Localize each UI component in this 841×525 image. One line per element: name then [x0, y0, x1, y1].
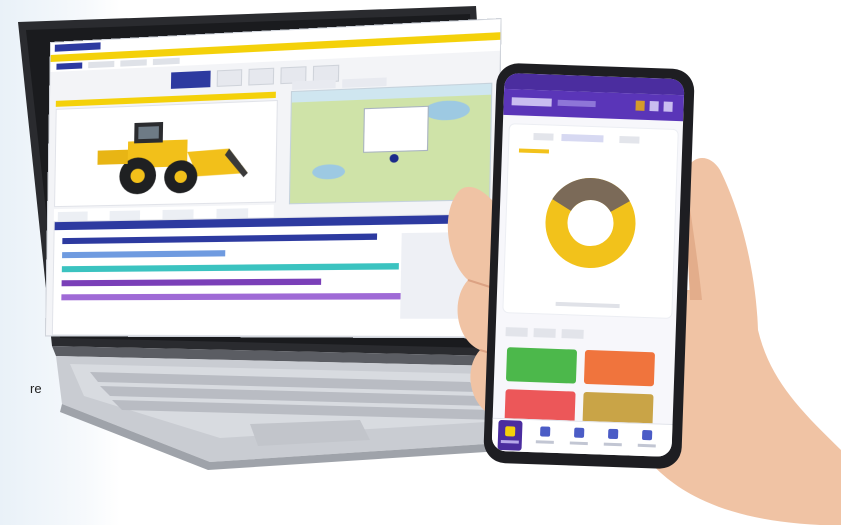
- nav-icon-3: [574, 427, 585, 438]
- nav-tab-3[interactable]: [120, 59, 147, 67]
- toolbar-button-3[interactable]: [248, 67, 275, 86]
- bottom-nav-3[interactable]: [569, 427, 589, 448]
- home-icon: [505, 426, 516, 437]
- bottom-nav-5[interactable]: [637, 429, 657, 451]
- segment-3[interactable]: [561, 329, 584, 339]
- app-logo: [54, 42, 101, 52]
- legend-item: [518, 148, 550, 154]
- timeline-bar-3: [61, 263, 399, 273]
- card-tab-1[interactable]: [533, 132, 554, 141]
- wheel-loader-icon: [97, 121, 249, 195]
- donut-caption: [555, 301, 620, 309]
- map-tab-1[interactable]: [292, 79, 336, 90]
- toolbar-button-primary[interactable]: [170, 70, 211, 89]
- nav-tab-dashboard[interactable]: [56, 62, 83, 70]
- card-tab-2[interactable]: [561, 133, 604, 143]
- mobile-app-header: [503, 88, 685, 122]
- settings-icon[interactable]: [649, 101, 659, 112]
- segment-control: [505, 323, 590, 344]
- mobile-app-subtitle: [557, 99, 596, 108]
- bottom-nav-home[interactable]: [497, 419, 523, 451]
- phone-screen: [491, 72, 685, 457]
- toolbar-button-2[interactable]: [216, 69, 243, 87]
- nav-icon-5: [641, 429, 653, 441]
- map-info-popup: [363, 105, 429, 153]
- utilization-timeline: [51, 213, 490, 338]
- menu-icon[interactable]: [663, 101, 673, 112]
- segment-2[interactable]: [533, 328, 556, 338]
- mobile-app-title: [511, 97, 552, 107]
- green-tile[interactable]: [505, 347, 578, 384]
- machine-card: [54, 99, 278, 208]
- nav-tab-4[interactable]: [152, 57, 180, 66]
- smartphone: [483, 62, 695, 470]
- card-tab-3[interactable]: [619, 135, 640, 144]
- timeline-bar-2: [62, 250, 226, 259]
- bottom-nav-4[interactable]: [603, 428, 623, 450]
- map-tab-2[interactable]: [342, 77, 387, 88]
- status-tiles: [504, 347, 663, 429]
- timeline-bar-4: [61, 278, 322, 287]
- timeline-bar-5: [61, 292, 410, 301]
- utilization-card: [502, 123, 679, 319]
- nav-tab-2[interactable]: [88, 60, 115, 69]
- notification-icon[interactable]: [635, 100, 645, 111]
- laptop-screen: [44, 17, 502, 339]
- orange-tile[interactable]: [583, 349, 656, 387]
- donut-chart: [545, 178, 636, 269]
- nav-icon-2: [540, 426, 551, 437]
- nav-icon-4: [607, 428, 619, 440]
- timeline-bar-1: [62, 233, 378, 245]
- mobile-bottom-nav: [491, 417, 673, 457]
- segment-1[interactable]: [505, 327, 528, 337]
- bottom-nav-2[interactable]: [535, 426, 555, 447]
- phone-body: [483, 62, 695, 470]
